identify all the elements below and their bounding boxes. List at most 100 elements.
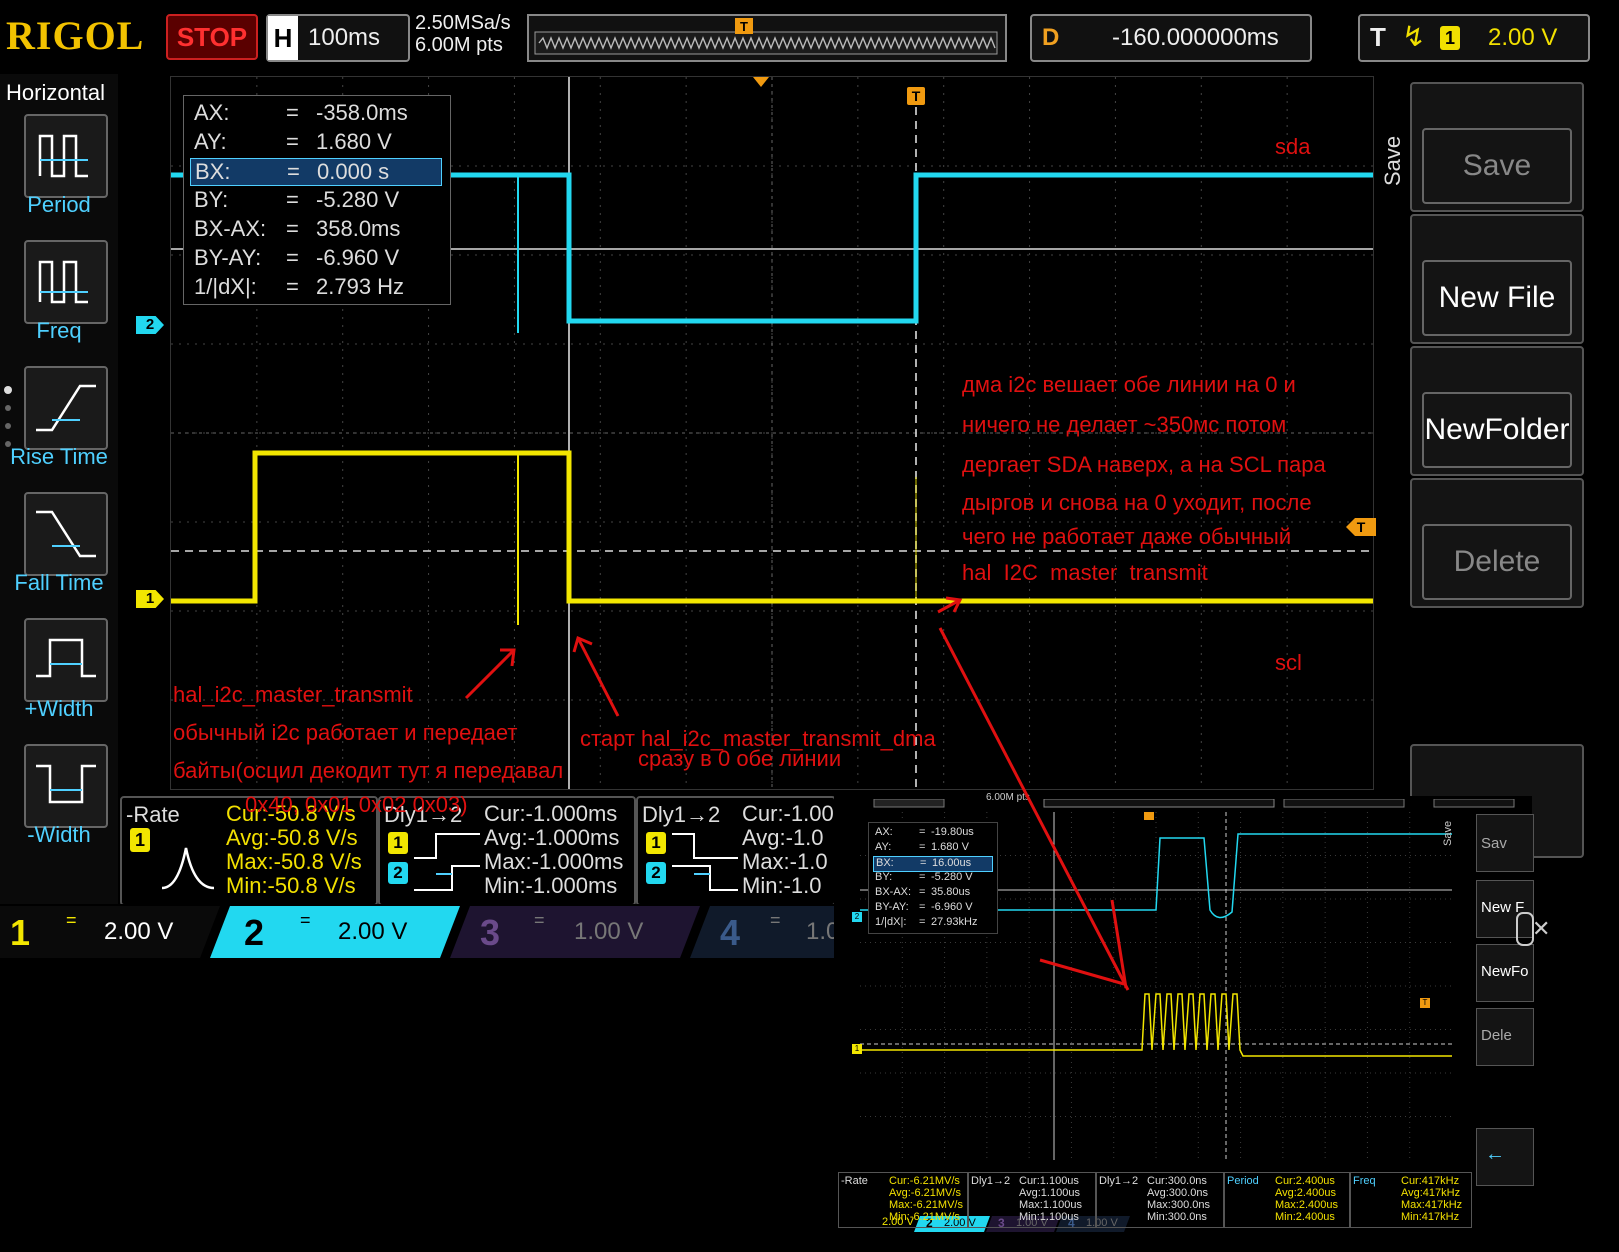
back-arrow-icon: ←	[1485, 1143, 1505, 1165]
ch1-number[interactable]: 1	[10, 912, 30, 954]
ch2-number[interactable]: 2	[244, 912, 264, 954]
inset-meas-dly1: Dly1→2 Cur:1.100us Avg:1.100us Max:1.100…	[968, 1172, 1096, 1228]
delete-softkey[interactable]: Delete	[1410, 478, 1584, 608]
inset-meas-dly2: Dly1→2 Cur:300.0ns Avg:300.0ns Max:300.0…	[1096, 1172, 1224, 1228]
memory-depth: 6.00M pts	[415, 34, 503, 56]
rise-time-button[interactable]	[24, 366, 108, 450]
cursor-row: AY: = 1.680 V	[194, 129, 392, 154]
new-folder-softkey[interactable]: NewFolder	[1410, 346, 1584, 476]
inset-new-folder-key: NewFo	[1476, 944, 1534, 1002]
trigger-source-badge: 1	[1440, 26, 1460, 50]
acquisition-info: 2.50MSa/s 6.00M pts	[415, 12, 511, 56]
trigger-box[interactable]: T ↯ 1 2.00 V	[1358, 14, 1590, 62]
positive-width-button[interactable]	[24, 618, 108, 702]
fall-time-button[interactable]	[24, 492, 108, 576]
inset-cursor-row: AX: = -19.80us	[875, 826, 974, 838]
cursor-row: BY: = -5.280 V	[194, 187, 400, 212]
inset-cursor-row: AY: = 1.680 V	[875, 841, 969, 853]
meas-avg: Avg:-50.8 V/s	[226, 825, 358, 850]
channel-bar: 1 = 2.00 V 2 = 2.00 V 3 = 1.00 V 4 = 1.0	[0, 904, 839, 960]
memory-overview-bar[interactable]: T	[527, 14, 1007, 62]
mouse-cursor-icon	[1516, 912, 1534, 946]
inset-back-key: ←	[1476, 1128, 1534, 1186]
freq-button[interactable]	[24, 240, 108, 324]
cursor-row: 1/|dX|: = 2.793 Hz	[194, 274, 405, 299]
trigger-marker-top-label: T	[912, 88, 921, 104]
rigol-logo: RIGOL	[6, 13, 145, 58]
positive-width-label: +Width	[24, 696, 94, 721]
ch2-scale[interactable]: 2.00 V	[338, 918, 407, 946]
timebase-value: 100ms	[308, 24, 381, 51]
ch3-number[interactable]: 3	[480, 912, 500, 954]
cursor-row: BX-AX: = 358.0ms	[194, 216, 401, 241]
measurement-delay-2[interactable]: Dly1→2 1 2 Cur:-1.00 Avg:-1.0 Max:-1.0 M…	[636, 796, 836, 906]
inset-ch1-marker: 1	[852, 1044, 862, 1054]
ch3-coupling: =	[534, 910, 545, 930]
ch3-scale[interactable]: 1.00 V	[574, 918, 643, 946]
meas-ch-badge: 1	[130, 828, 150, 852]
inset-meas-rate: -Rate Cur:-6.21MV/s Avg:-6.21MV/s Max:-6…	[838, 1172, 968, 1228]
rise-time-label: Rise Time	[10, 444, 108, 469]
scl-annotation: scl	[1275, 650, 1302, 675]
run-stop-indicator[interactable]: STOP	[166, 14, 258, 60]
save-softkey[interactable]: Save	[1410, 82, 1584, 212]
meas-avg: Avg:-1.000ms	[484, 825, 620, 850]
cursor-row: BX: = 0.000 s	[190, 158, 442, 186]
inset-cursor-row: BX: = 16.00us	[873, 856, 993, 872]
dma-start-annotation-2: сразу в 0 обе линии	[638, 746, 842, 771]
inset-delete-key: Dele	[1476, 1008, 1534, 1066]
meas-avg: Avg:-1.0	[742, 825, 824, 850]
close-icon[interactable]: ✕	[1532, 916, 1550, 942]
ch1-scale[interactable]: 2.00 V	[104, 918, 173, 946]
delay-icon	[414, 833, 480, 891]
delay-box[interactable]: D -160.000000ms	[1030, 14, 1312, 62]
inset-ch2-marker: 2	[852, 912, 862, 922]
inset-pts: 6.00M pts	[986, 792, 1030, 803]
trigger-key: T	[1370, 22, 1386, 52]
negative-width-button[interactable]	[24, 744, 108, 828]
ch4-number[interactable]: 4	[720, 912, 740, 954]
trigger-offset-marker	[753, 77, 769, 87]
ch2-offset-marker[interactable]: 2	[136, 316, 164, 334]
freq-icon	[38, 260, 88, 304]
dma-note: дма i2c вешает обе линии на 0 и ничего н…	[962, 372, 1326, 580]
new-folder-label: NewFolder	[1422, 392, 1572, 468]
cursor-row: BY-AY: = -6.960 V	[194, 245, 400, 270]
sample-rate: 2.50MSa/s	[415, 12, 511, 34]
new-file-label: New File	[1422, 260, 1572, 336]
meas-max: Max:-1.000ms	[484, 849, 624, 874]
meas-min: Min:-1.0	[742, 873, 822, 898]
inset-trigger-marker: T	[1420, 998, 1430, 1008]
meas-title: Dly1→2	[642, 802, 721, 827]
rising-edge-icon: ↯	[1402, 21, 1426, 52]
rise-time-icon	[36, 384, 96, 432]
cursor-row: AX: = -358.0ms	[194, 100, 408, 125]
ch2-coupling: =	[300, 910, 311, 930]
save-label: Save	[1422, 128, 1572, 204]
delay-value: -160.000000ms	[1112, 24, 1279, 51]
inset-cursor-row: BY: = -5.280 V	[875, 871, 973, 883]
waveform-overview-icon: T	[534, 18, 998, 55]
positive-width-icon	[36, 638, 96, 678]
timebase-box[interactable]: H 100ms	[266, 14, 410, 62]
horizontal-measure-menu: Horizontal Period Freq Rise Time Fall Ti…	[0, 74, 118, 904]
fall-time-label: Fall Time	[14, 570, 104, 595]
meas-cur: Cur:-1.00	[742, 801, 834, 826]
inset-save-label: Save	[1442, 820, 1454, 846]
new-file-softkey[interactable]: New File	[1410, 214, 1584, 344]
meas-ch2-badge: 2	[388, 862, 408, 884]
period-button[interactable]	[24, 114, 108, 198]
negative-width-icon	[36, 764, 96, 804]
sda-annotation: sda	[1275, 134, 1311, 159]
cursor-readout: AX: = -358.0ms AY: = 1.680 V BX: = 0.000 s BY: = -5…	[183, 95, 451, 305]
rate-icon	[161, 847, 215, 890]
trigger-position-marker: T	[740, 19, 748, 34]
meas-min: Min:-1.000ms	[484, 873, 618, 898]
ch1-offset-marker[interactable]: 1	[136, 590, 164, 608]
top-status-bar: RIGOL STOP H 100ms 2.50MSa/s 6.00M pts T…	[0, 0, 1619, 70]
period-label: Period	[27, 192, 91, 217]
inset-meas-period: Period Cur:2.400us Avg:2.400us Max:2.400…	[1224, 1172, 1350, 1228]
ch1-coupling: =	[66, 910, 77, 930]
fall-time-icon	[36, 510, 96, 558]
meas-ch2-badge: 2	[646, 862, 666, 884]
